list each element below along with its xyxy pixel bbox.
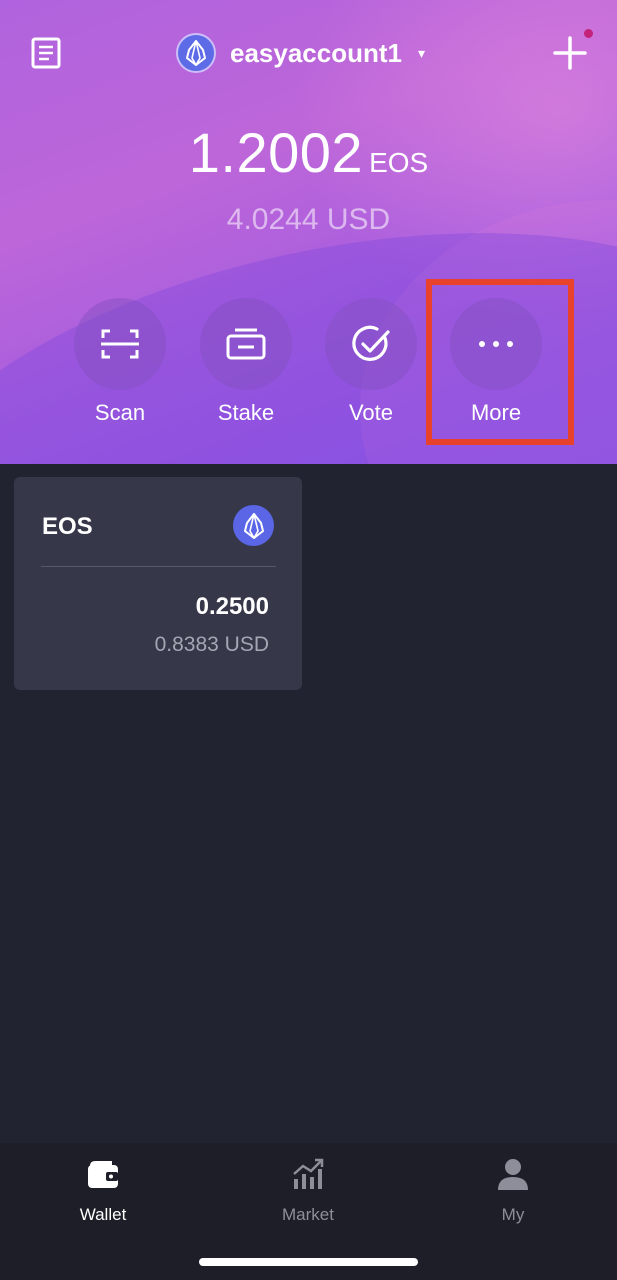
asset-card-eos[interactable]: EOS 0.2500 0.8383 USD	[14, 477, 302, 690]
balance-unit: EOS	[369, 147, 429, 178]
asset-amount: 0.2500	[195, 593, 269, 620]
scan-label: Scan	[94, 400, 146, 425]
asset-usd-value: 0.8383 USD	[154, 633, 269, 656]
balance-amount: 1.2002	[188, 121, 364, 184]
stake-icon	[226, 328, 266, 360]
wallet-icon	[88, 1161, 118, 1188]
stake-label: Stake	[217, 400, 275, 425]
market-chart-icon	[293, 1158, 324, 1189]
user-icon	[498, 1159, 528, 1190]
asset-symbol: EOS	[42, 513, 93, 540]
transaction-history-icon[interactable]	[31, 37, 61, 69]
chevron-down-icon: ▾	[417, 44, 426, 61]
tab-wallet-label: Wallet	[79, 1205, 127, 1224]
vote-button[interactable]: Vote	[316, 298, 426, 428]
vote-label: Vote	[348, 400, 394, 425]
account-name: easyaccount1	[230, 37, 402, 68]
notification-dot	[584, 29, 593, 38]
add-button[interactable]	[553, 29, 593, 70]
more-highlight-box	[426, 279, 574, 445]
scan-button[interactable]: Scan	[65, 298, 175, 428]
balance-usd: 4.0244 USD	[226, 203, 391, 236]
eos-logo-icon	[176, 33, 216, 73]
stake-button[interactable]: Stake	[191, 298, 301, 428]
tab-my[interactable]: My	[453, 1157, 573, 1227]
tab-wallet[interactable]: Wallet	[43, 1157, 163, 1227]
account-switcher[interactable]: easyaccount1 ▾	[176, 32, 425, 74]
scan-icon	[101, 329, 139, 359]
eos-logo-icon	[233, 505, 274, 546]
card-divider	[41, 566, 276, 567]
vote-icon	[352, 325, 390, 361]
tab-my-label: My	[501, 1205, 525, 1224]
tab-market[interactable]: Market	[248, 1157, 368, 1227]
plus-icon	[553, 36, 587, 70]
tab-market-label: Market	[282, 1205, 334, 1224]
home-indicator[interactable]	[199, 1258, 418, 1266]
total-balance: 1.2002 EOS	[0, 120, 617, 185]
